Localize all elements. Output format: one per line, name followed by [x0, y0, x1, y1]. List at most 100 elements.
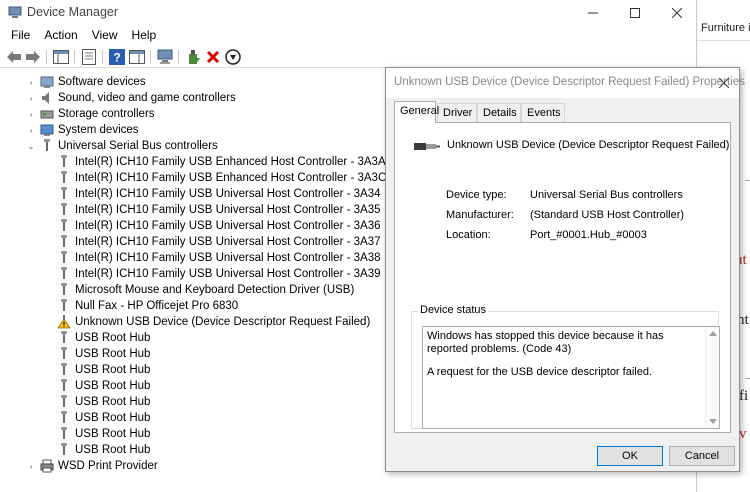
- scroll-up-icon[interactable]: [709, 331, 717, 336]
- tab-general[interactable]: General: [394, 101, 439, 123]
- back-arrow-icon: [7, 51, 21, 63]
- tab-driver[interactable]: Driver: [437, 103, 477, 122]
- forward-button[interactable]: [24, 48, 42, 66]
- update-driver-button[interactable]: [184, 48, 202, 66]
- usb-icon: [40, 139, 54, 153]
- expand-chevron-icon[interactable]: ›: [26, 78, 36, 87]
- status-scrollbar[interactable]: [705, 327, 719, 428]
- tree-label: Intel(R) ICH10 Family USB Universal Host…: [75, 220, 381, 232]
- tree-device[interactable]: Intel(R) ICH10 Family USB Universal Host…: [57, 218, 380, 234]
- tree-device[interactable]: Intel(R) ICH10 Family USB Enhanced Host …: [57, 170, 386, 186]
- menu-file[interactable]: File: [0, 26, 37, 45]
- show-hide-console-tree-button[interactable]: [52, 48, 70, 66]
- disable-device-button[interactable]: [224, 48, 242, 66]
- toolbar-separator: [150, 50, 151, 64]
- tree-label: USB Root Hub: [75, 444, 151, 456]
- printer-icon: [40, 459, 54, 473]
- tab-details[interactable]: Details: [477, 103, 521, 122]
- back-button[interactable]: [5, 48, 23, 66]
- ok-button[interactable]: OK: [597, 446, 663, 466]
- storage-icon: [40, 110, 54, 119]
- tree-device[interactable]: USB Root Hub: [57, 426, 150, 442]
- menu-action[interactable]: Action: [37, 26, 84, 45]
- speaker-icon: [42, 92, 49, 104]
- tree-category-system-devices[interactable]: › System devices: [26, 122, 139, 138]
- tree-category-software-devices[interactable]: › Software devices: [26, 74, 146, 90]
- tree-label: USB Root Hub: [75, 380, 151, 392]
- tree-device[interactable]: USB Root Hub: [57, 362, 150, 378]
- action-pane-button[interactable]: [128, 48, 146, 66]
- expand-chevron-icon[interactable]: ›: [26, 110, 36, 119]
- usb-icon: [57, 283, 71, 297]
- expand-chevron-icon[interactable]: ›: [26, 462, 36, 471]
- tree-device[interactable]: USB Root Hub: [57, 330, 150, 346]
- console-tree-icon: [53, 50, 69, 64]
- status-detail: A request for the USB device descriptor …: [427, 366, 653, 378]
- expand-chevron-icon[interactable]: ›: [26, 94, 36, 103]
- tree-device[interactable]: Intel(R) ICH10 Family USB Universal Host…: [57, 266, 380, 282]
- close-icon[interactable]: [719, 78, 729, 88]
- tree-device[interactable]: Intel(R) ICH10 Family USB Universal Host…: [57, 234, 380, 250]
- properties-sheet-button[interactable]: [80, 48, 98, 66]
- tree-device[interactable]: Intel(R) ICH10 Family USB Universal Host…: [57, 202, 380, 218]
- svg-text:?: ?: [113, 51, 120, 65]
- background-fragment: v: [739, 426, 747, 442]
- tree-device[interactable]: Null Fax - HP Officejet Pro 6830: [57, 298, 238, 314]
- forward-arrow-icon: [26, 51, 40, 63]
- usb-icon: [57, 251, 71, 265]
- tree-device[interactable]: Microsoft Mouse and Keyboard Detection D…: [57, 282, 354, 298]
- device-status-textbox[interactable]: Windows has stopped this device because …: [422, 326, 720, 429]
- tree-device[interactable]: USB Root Hub: [57, 410, 150, 426]
- tree-label: Universal Serial Bus controllers: [58, 140, 218, 152]
- tree-device[interactable]: USB Root Hub: [57, 394, 150, 410]
- usb-icon: [57, 203, 71, 217]
- close-button[interactable]: [654, 0, 700, 26]
- tree-label: Intel(R) ICH10 Family USB Universal Host…: [75, 252, 381, 264]
- tree-device[interactable]: USB Root Hub: [57, 378, 150, 394]
- device-type-label: Device type:: [446, 189, 507, 201]
- tree-label: Intel(R) ICH10 Family USB Enhanced Host …: [75, 172, 387, 184]
- location-value: Port_#0001.Hub_#0003: [530, 229, 647, 241]
- general-tab-pane: Unknown USB Device (Device Descriptor Re…: [394, 122, 731, 433]
- maximize-button[interactable]: [612, 0, 658, 26]
- tree-device[interactable]: Intel(R) ICH10 Family USB Universal Host…: [57, 250, 380, 266]
- help-button[interactable]: ?: [108, 48, 126, 66]
- tree-category-usb-controllers[interactable]: ⌄ Universal Serial Bus controllers: [26, 138, 218, 154]
- divider: [745, 378, 750, 379]
- collapse-chevron-icon[interactable]: ⌄: [26, 142, 36, 151]
- usb-icon: [57, 267, 71, 281]
- software-devices-icon: [40, 76, 54, 88]
- tree-category-wsd-print-provider[interactable]: › WSD Print Provider: [26, 458, 158, 474]
- scan-hardware-button[interactable]: [156, 48, 174, 66]
- tree-category-storage-controllers[interactable]: › Storage controllers: [26, 106, 155, 122]
- system-devices-icon: [40, 124, 54, 136]
- tab-events[interactable]: Events: [521, 103, 565, 122]
- cancel-button[interactable]: Cancel: [669, 446, 735, 466]
- tree-label: Microsoft Mouse and Keyboard Detection D…: [75, 284, 355, 296]
- tree-device[interactable]: Intel(R) ICH10 Family USB Universal Host…: [57, 186, 380, 202]
- properties-icon: [82, 49, 96, 65]
- expand-chevron-icon[interactable]: ›: [26, 126, 36, 135]
- device-manager-app-icon: [8, 6, 22, 18]
- scroll-down-icon[interactable]: [709, 419, 717, 424]
- tree-label: Intel(R) ICH10 Family USB Universal Host…: [75, 268, 381, 280]
- uninstall-device-button[interactable]: [204, 48, 222, 66]
- menu-help[interactable]: Help: [125, 26, 164, 45]
- tree-label: USB Root Hub: [75, 412, 151, 424]
- tree-device-unknown-usb[interactable]: Unknown USB Device (Device Descriptor Re…: [57, 314, 370, 330]
- tree-label: Unknown USB Device (Device Descriptor Re…: [75, 316, 371, 328]
- tree-category-sound-video-game[interactable]: › Sound, video and game controllers: [26, 90, 236, 106]
- usb-icon: [57, 363, 71, 377]
- tree-device[interactable]: USB Root Hub: [57, 346, 150, 362]
- menu-view[interactable]: View: [85, 26, 125, 45]
- tree-device[interactable]: USB Root Hub: [57, 442, 150, 458]
- toolbar: ?: [0, 46, 696, 68]
- minimize-button[interactable]: [570, 0, 616, 26]
- tree-device[interactable]: Intel(R) ICH10 Family USB Enhanced Host …: [57, 154, 386, 170]
- location-label: Location:: [446, 229, 491, 241]
- background-fragment: fi: [739, 388, 749, 404]
- tree-label: Intel(R) ICH10 Family USB Universal Host…: [75, 236, 381, 248]
- divider: [697, 40, 750, 41]
- tree-label: Storage controllers: [58, 108, 155, 120]
- usb-icon: [57, 379, 71, 393]
